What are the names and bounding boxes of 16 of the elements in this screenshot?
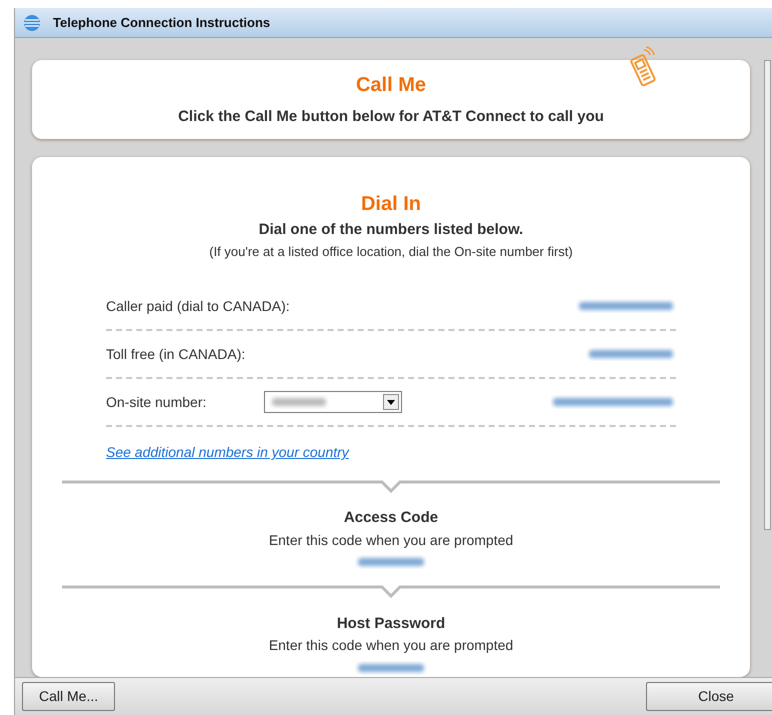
instruction-text: Click the Call Me button below for AT&T Connect to call you bbox=[178, 107, 604, 128]
section-title: Access Code bbox=[342, 508, 440, 528]
row-label: On-site number: bbox=[106, 392, 206, 412]
window-title: Telephone Connection Instructions bbox=[53, 14, 270, 32]
row-label: Caller paid (dial to CANADA): bbox=[106, 296, 290, 316]
close-button[interactable]: Close bbox=[646, 682, 772, 711]
instruction-text: Enter this code when you are prompted bbox=[268, 530, 514, 550]
row-label: Toll free (in CANADA): bbox=[106, 344, 246, 364]
call-me-button[interactable]: Call Me... bbox=[22, 682, 116, 711]
instruction-text: Dial one of the numbers listed below. bbox=[258, 220, 524, 240]
panel-title: Call Me bbox=[356, 73, 426, 98]
section-title: Host Password bbox=[336, 614, 446, 634]
instruction-text: Enter this code when you are prompted bbox=[268, 636, 514, 655]
note-text: (If you're at a listed office location, dial the On-site number first) bbox=[208, 242, 574, 261]
numbers-link[interactable]: See additional numbers in your country bbox=[106, 444, 349, 460]
panel-title: Dial In bbox=[360, 192, 422, 217]
